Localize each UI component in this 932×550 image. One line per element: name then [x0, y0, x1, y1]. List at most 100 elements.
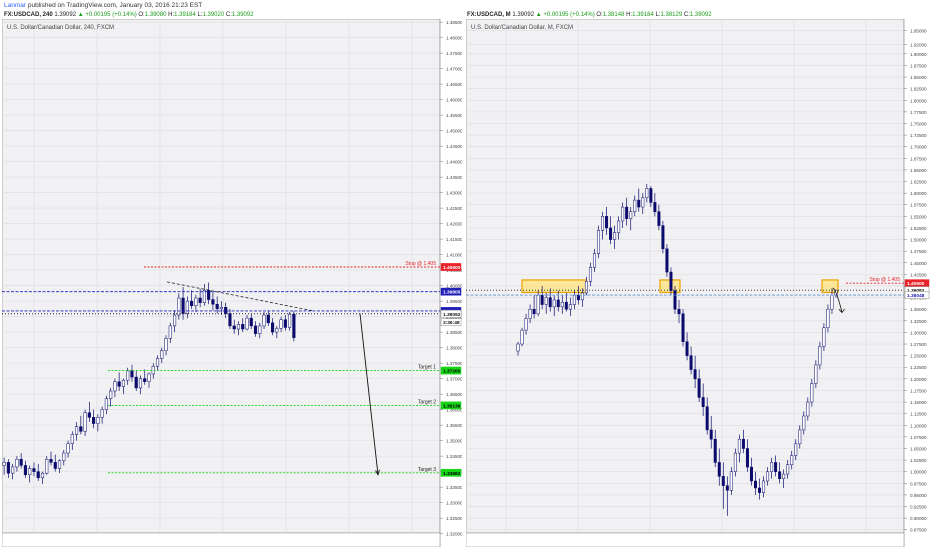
- candle[interactable]: [665, 248, 669, 273]
- candle[interactable]: [709, 429, 713, 440]
- candle[interactable]: [215, 303, 219, 310]
- candle[interactable]: [669, 271, 673, 291]
- candle[interactable]: [253, 325, 258, 334]
- candle[interactable]: [160, 350, 164, 359]
- candle[interactable]: [270, 322, 275, 333]
- candle[interactable]: [198, 297, 202, 303]
- candle[interactable]: [19, 458, 23, 466]
- candle[interactable]: [236, 324, 241, 330]
- candle[interactable]: [177, 297, 181, 316]
- candle[interactable]: [536, 295, 540, 315]
- candle[interactable]: [11, 466, 15, 474]
- candle[interactable]: [224, 307, 228, 314]
- candle[interactable]: [681, 313, 685, 342]
- author-link[interactable]: Lanmar: [4, 2, 26, 9]
- candle[interactable]: [588, 267, 592, 282]
- candle[interactable]: [288, 313, 292, 328]
- candle[interactable]: [113, 381, 117, 392]
- candle[interactable]: [822, 327, 826, 347]
- candle[interactable]: [83, 412, 87, 432]
- right-chart-pane[interactable]: 1.95000 1.92000 1.90000 1.87500 1.85000 1.825…: [466, 19, 930, 547]
- candle[interactable]: [552, 299, 556, 308]
- candle[interactable]: [194, 297, 198, 307]
- candle[interactable]: [87, 412, 91, 418]
- candle[interactable]: [147, 373, 151, 382]
- candle[interactable]: [745, 448, 749, 468]
- candle[interactable]: [266, 314, 270, 324]
- candle[interactable]: [774, 462, 778, 472]
- candle[interactable]: [717, 462, 721, 477]
- candle[interactable]: [109, 390, 113, 400]
- candle[interactable]: [778, 471, 782, 479]
- candle[interactable]: [806, 401, 810, 417]
- candle[interactable]: [621, 206, 625, 222]
- candle[interactable]: [138, 378, 143, 389]
- candle[interactable]: [36, 471, 40, 479]
- candle[interactable]: [53, 462, 57, 469]
- candle[interactable]: [211, 299, 215, 305]
- candle[interactable]: [782, 473, 786, 479]
- candle[interactable]: [185, 300, 189, 314]
- candle[interactable]: [228, 313, 232, 327]
- candle[interactable]: [556, 299, 560, 308]
- candle[interactable]: [641, 197, 645, 208]
- candle[interactable]: [753, 480, 757, 489]
- candle[interactable]: [232, 325, 236, 330]
- candle[interactable]: [92, 417, 96, 424]
- candle[interactable]: [143, 378, 147, 382]
- candle[interactable]: [645, 188, 649, 199]
- right-symbol[interactable]: FX:USDCAD, M: [467, 12, 511, 18]
- candle[interactable]: [733, 452, 737, 472]
- candle[interactable]: [62, 452, 66, 462]
- candle[interactable]: [100, 409, 104, 418]
- candle[interactable]: [155, 358, 160, 367]
- candle[interactable]: [741, 438, 745, 449]
- candle[interactable]: [258, 325, 262, 334]
- candle[interactable]: [689, 355, 693, 370]
- candle[interactable]: [729, 471, 733, 491]
- candle[interactable]: [524, 318, 528, 331]
- candle[interactable]: [653, 202, 657, 212]
- candle[interactable]: [798, 429, 802, 445]
- candle[interactable]: [32, 468, 36, 472]
- candle[interactable]: [104, 398, 108, 410]
- candle[interactable]: [737, 438, 741, 454]
- candle[interactable]: [74, 426, 79, 435]
- candle[interactable]: [245, 317, 249, 330]
- candle[interactable]: [677, 308, 681, 315]
- candle[interactable]: [609, 227, 613, 240]
- candle[interactable]: [283, 319, 287, 328]
- candle[interactable]: [70, 434, 74, 444]
- candle[interactable]: [190, 300, 194, 307]
- candle[interactable]: [826, 308, 830, 329]
- candle[interactable]: [548, 297, 552, 308]
- candle[interactable]: [633, 199, 637, 212]
- candle[interactable]: [520, 329, 524, 345]
- candle[interactable]: [516, 343, 520, 352]
- left-symbol[interactable]: FX:USDCAD, 240: [4, 12, 53, 18]
- candle[interactable]: [770, 462, 774, 472]
- candle[interactable]: [749, 466, 753, 482]
- candle[interactable]: [45, 458, 49, 474]
- candle[interactable]: [279, 319, 283, 329]
- candle[interactable]: [758, 487, 762, 493]
- candle[interactable]: [79, 426, 83, 432]
- candle[interactable]: [568, 304, 572, 310]
- candle[interactable]: [605, 216, 609, 229]
- candle[interactable]: [818, 346, 822, 366]
- candle[interactable]: [532, 308, 536, 315]
- candle[interactable]: [544, 297, 548, 305]
- candle[interactable]: [96, 417, 100, 424]
- candle[interactable]: [713, 438, 717, 463]
- candle[interactable]: [57, 460, 62, 469]
- candle[interactable]: [814, 364, 818, 384]
- left-chart-pane[interactable]: 1.48500 1.48000 1.47500 1.47000 1.46500 1.460…: [2, 19, 462, 547]
- candle[interactable]: [117, 381, 121, 387]
- candle[interactable]: [28, 468, 32, 475]
- candle[interactable]: [790, 455, 794, 465]
- candle[interactable]: [625, 206, 629, 219]
- candle[interactable]: [134, 376, 138, 389]
- candle[interactable]: [66, 443, 70, 454]
- candle[interactable]: [292, 313, 296, 338]
- candle[interactable]: [629, 211, 633, 219]
